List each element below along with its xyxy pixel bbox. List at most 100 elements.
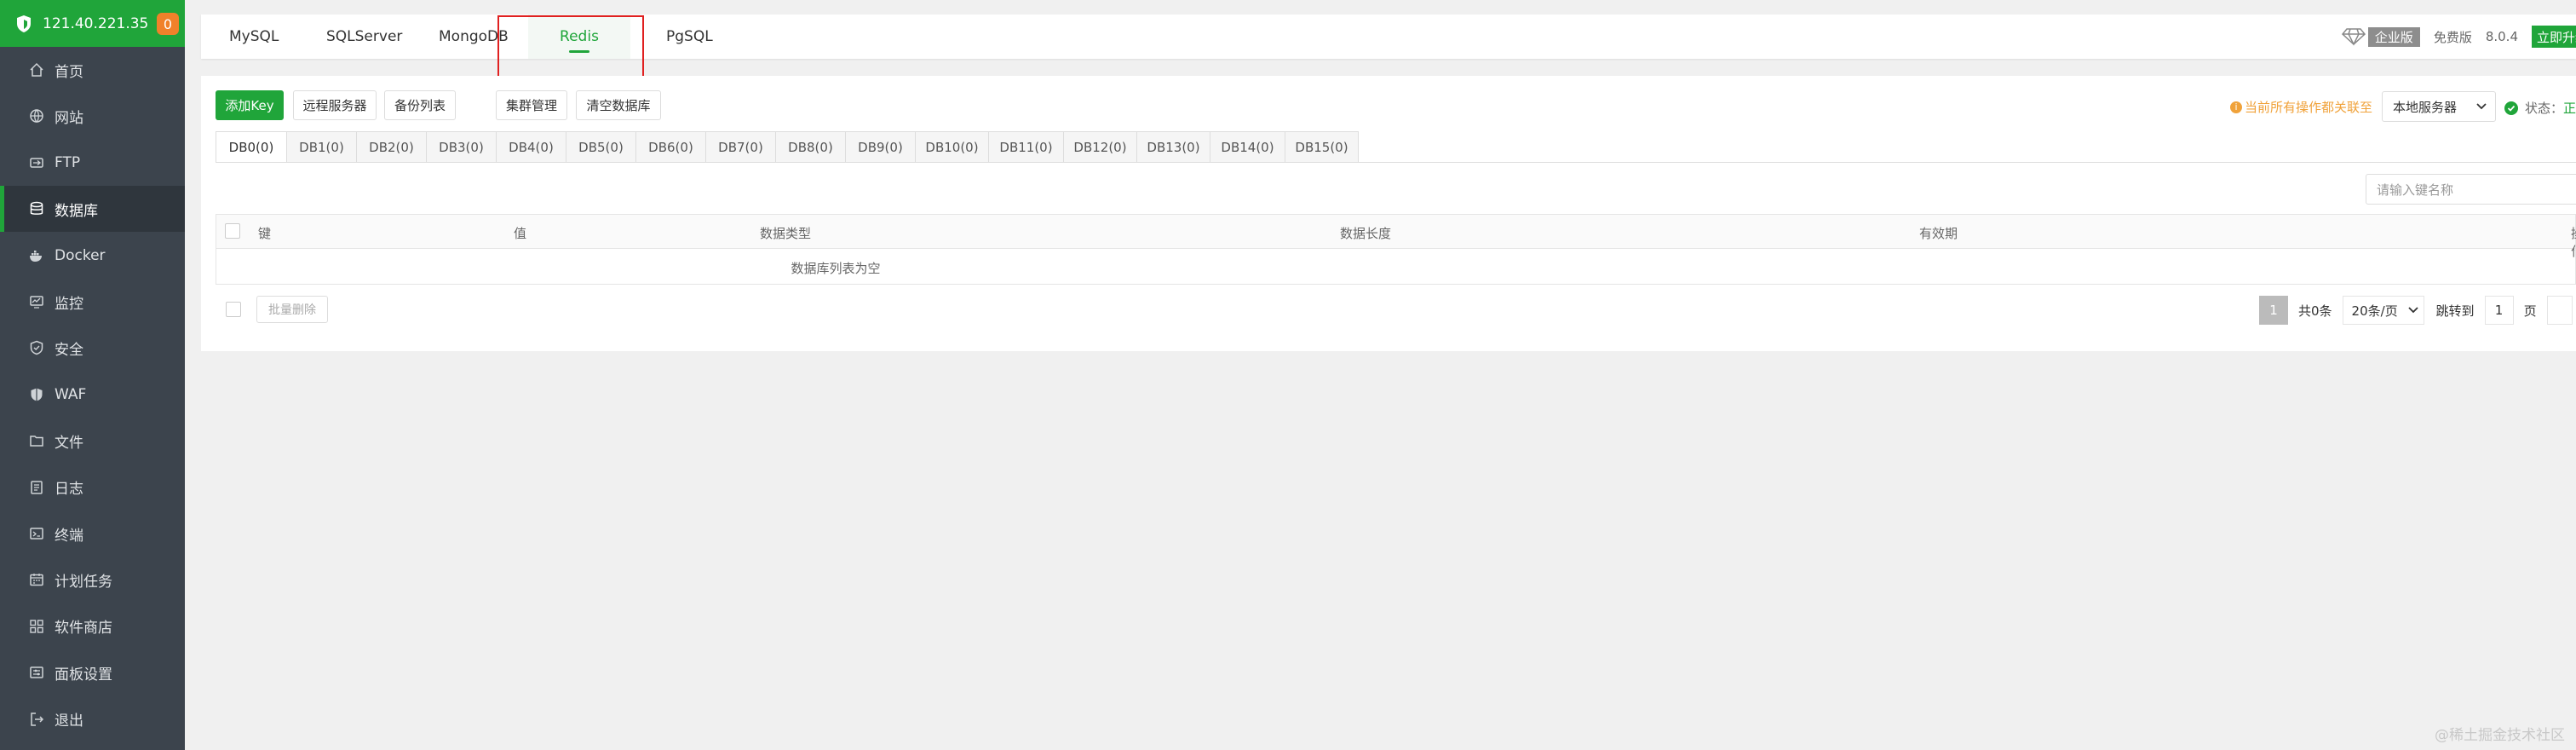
column-data-length: 数据长度	[1340, 226, 1392, 241]
remote-server-button[interactable]: 远程服务器	[293, 90, 377, 120]
tab-mysql[interactable]: MySQL	[229, 14, 279, 59]
clear-database-button[interactable]: 清空数据库	[576, 90, 661, 120]
chevron-down-icon	[2407, 307, 2418, 314]
settings-icon	[29, 665, 44, 680]
license-info: 企业版 免费版 8.0.4 立即升级	[2341, 14, 2576, 59]
empty-message: 数据库列表为空	[791, 261, 881, 276]
current-page[interactable]: 1	[2259, 296, 2288, 325]
chevron-down-icon	[2476, 103, 2487, 110]
db-tab-6[interactable]: DB6(0)	[636, 131, 706, 163]
sidebar-item-label: WAF	[55, 385, 87, 403]
sidebar-item-3[interactable]: 数据库	[0, 186, 185, 233]
globe-icon	[29, 108, 44, 124]
sidebar-item-4[interactable]: Docker	[0, 233, 185, 279]
sidebar-item-8[interactable]: 文件	[0, 418, 185, 464]
sidebar-item-0[interactable]: 首页	[0, 47, 185, 93]
table-empty-row: 数据库列表为空	[216, 249, 2576, 285]
check-circle-icon	[2504, 101, 2518, 115]
db-tab-13[interactable]: DB13(0)	[1137, 131, 1210, 163]
enterprise-edition-badge[interactable]: 企业版	[2367, 26, 2420, 47]
total-count: 共0条	[2298, 303, 2332, 319]
page-unit: 页	[2523, 303, 2537, 319]
tab-sqlserver-label: SQLServer	[326, 28, 403, 45]
db-tab-12[interactable]: DB12(0)	[1064, 131, 1137, 163]
status-label: 状态：	[2525, 101, 2564, 116]
db-tab-1[interactable]: DB1(0)	[287, 131, 357, 163]
db-tab-10[interactable]: DB10(0)	[916, 131, 989, 163]
home-icon	[29, 62, 44, 78]
status-value: 正常	[2563, 101, 2576, 116]
docker-icon	[29, 248, 44, 263]
waf-shield-icon	[29, 387, 44, 402]
apps-icon	[29, 619, 44, 634]
db-tab-7[interactable]: DB7(0)	[706, 131, 776, 163]
sidebar-item-label: 监控	[55, 295, 83, 313]
tab-mysql-label: MySQL	[229, 28, 279, 45]
sidebar-item-5[interactable]: 监控	[0, 279, 185, 325]
db-tab-5[interactable]: DB5(0)	[566, 131, 636, 163]
batch-select-checkbox[interactable]	[226, 302, 241, 317]
sidebar-item-label: 文件	[55, 434, 83, 452]
cluster-manage-button[interactable]: 集群管理	[496, 90, 567, 120]
select-all-checkbox[interactable]	[225, 223, 240, 239]
db-tab-9[interactable]: DB9(0)	[846, 131, 916, 163]
folder-icon	[29, 433, 44, 448]
table-header: 键 值 数据类型 数据长度 有效期 操作	[216, 214, 2576, 259]
sidebar-item-label: 终端	[55, 527, 83, 545]
sidebar-item-11[interactable]: 计划任务	[0, 557, 185, 603]
sidebar-item-7[interactable]: WAF	[0, 372, 185, 418]
goto-label: 跳转到	[2435, 303, 2475, 319]
db-tab-14[interactable]: DB14(0)	[1210, 131, 1285, 163]
page-size-value: 20条/页	[2351, 303, 2398, 319]
sidebar-item-label: FTP	[55, 153, 81, 171]
operation-warning: i 当前所有操作都关联至	[2230, 98, 2372, 116]
column-expiry: 有效期	[1919, 226, 1958, 241]
db-tab-0[interactable]: DB0(0)	[216, 131, 287, 163]
sidebar-item-6[interactable]: 安全	[0, 325, 185, 371]
goto-confirm-button[interactable]	[2546, 296, 2573, 325]
sidebar-item-12[interactable]: 软件商店	[0, 603, 185, 649]
sidebar-item-2[interactable]: FTP	[0, 140, 185, 186]
key-search-input[interactable]: 请输入键名称	[2366, 174, 2576, 205]
db-tab-2[interactable]: DB2(0)	[357, 131, 427, 163]
monitor-icon	[29, 294, 44, 309]
renew-button[interactable]: 立即升级	[2532, 26, 2576, 48]
backup-list-button[interactable]: 备份列表	[384, 90, 456, 120]
sidebar-item-13[interactable]: 面板设置	[0, 649, 185, 695]
sidebar-item-9[interactable]: 日志	[0, 464, 185, 511]
db-tabs-divider	[216, 162, 2576, 163]
sidebar-item-label: 面板设置	[55, 666, 112, 684]
batch-delete-button[interactable]: 批量删除	[256, 296, 328, 323]
logout-icon	[29, 712, 44, 727]
keys-table: 键 值 数据类型 数据长度 有效期 操作 数据库列表为空	[216, 214, 2576, 285]
operation-warning-text: 当前所有操作都关联至	[2245, 100, 2373, 115]
redis-panel: 添加Key 远程服务器 备份列表 集群管理 清空数据库 i 当前所有操作都关联至…	[201, 76, 2576, 351]
sidebar-item-14[interactable]: 退出	[0, 696, 185, 742]
shield-check-icon	[29, 340, 44, 355]
sidebar-item-10[interactable]: 终端	[0, 511, 185, 557]
connection-status: 状态： 正常	[2504, 99, 2576, 117]
goto-page-input[interactable]: 1	[2484, 296, 2514, 325]
column-key: 键	[258, 226, 272, 241]
notification-badge[interactable]: 0	[157, 13, 179, 35]
server-select[interactable]: 本地服务器	[2382, 91, 2496, 122]
server-header[interactable]: 121.40.221.35 0	[0, 0, 185, 47]
calendar-icon	[29, 572, 44, 587]
db-tab-3[interactable]: DB3(0)	[427, 131, 497, 163]
server-ip: 121.40.221.35	[43, 14, 149, 32]
tab-pgsql[interactable]: PgSQL	[666, 14, 713, 59]
sidebar-item-label: 软件商店	[55, 620, 112, 638]
free-edition-label: 免费版	[2433, 29, 2472, 45]
redis-db-tabs: DB0(0) DB1(0) DB2(0) DB3(0) DB4(0) DB5(0) DB6(…	[216, 131, 1359, 163]
db-tab-11[interactable]: DB11(0)	[989, 131, 1064, 163]
db-tab-15[interactable]: DB15(0)	[1285, 131, 1359, 163]
sidebar-item-label: 安全	[55, 341, 83, 359]
db-tab-4[interactable]: DB4(0)	[497, 131, 566, 163]
add-key-button[interactable]: 添加Key	[216, 90, 284, 120]
page-size-select[interactable]: 20条/页	[2342, 296, 2424, 325]
log-icon	[29, 480, 44, 495]
tab-sqlserver[interactable]: SQLServer	[326, 14, 402, 59]
info-icon: i	[2230, 101, 2242, 113]
db-tab-8[interactable]: DB8(0)	[776, 131, 846, 163]
sidebar-item-1[interactable]: 网站	[0, 93, 185, 139]
